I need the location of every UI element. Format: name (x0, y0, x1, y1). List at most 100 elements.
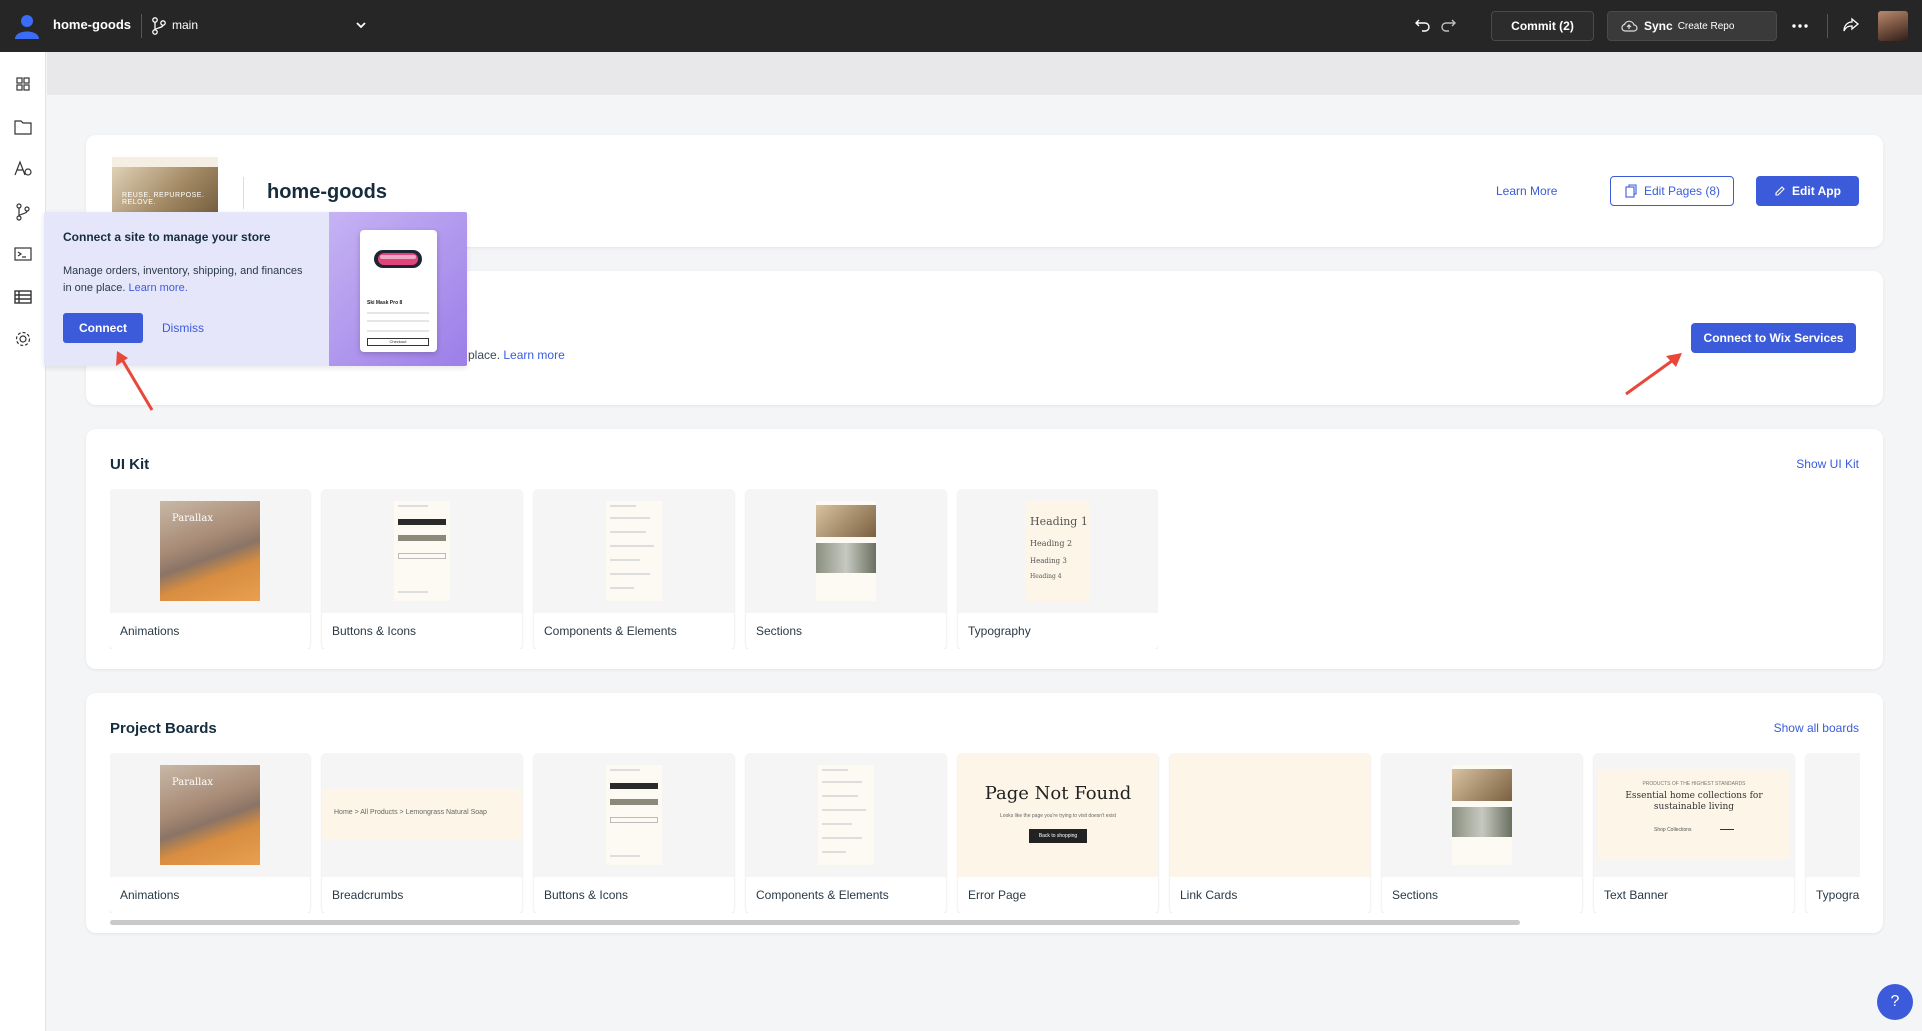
error-subtext: Looks like the page you're trying to vis… (999, 813, 1117, 819)
tile-components-elements[interactable]: Components & Elements (534, 489, 734, 649)
settings-icon[interactable] (13, 329, 33, 349)
section-image (816, 543, 876, 573)
learn-more-link[interactable]: Learn More (1496, 184, 1557, 198)
terminal-icon[interactable] (13, 244, 33, 264)
more-options-icon[interactable] (1789, 16, 1811, 36)
doc-preview (606, 765, 662, 865)
tile-label: Error Page (958, 877, 1158, 913)
connect-button[interactable]: Connect (63, 313, 143, 343)
tile-preview: PRODUCTS OF THE HIGHEST STANDARDS Essent… (1594, 753, 1794, 877)
tile-components-elements[interactable]: Components & Elements (746, 753, 946, 913)
site-name[interactable]: home-goods (53, 17, 131, 32)
typography-icon[interactable] (13, 159, 33, 179)
line (610, 545, 654, 547)
tile-label: Buttons & Icons (322, 613, 522, 649)
wix-logo-icon[interactable] (12, 12, 42, 40)
tile-label: Text Banner (1594, 877, 1794, 913)
heading-sample: Heading 1 (1030, 515, 1088, 528)
popover-title: Connect a site to manage your store (63, 230, 271, 244)
ui-kit-tiles: Parallax Animations Buttons & Icons Comp… (110, 489, 1158, 649)
tile-animations[interactable]: Parallax Animations (110, 753, 310, 913)
branch-selector[interactable]: main (172, 18, 198, 32)
pages-icon[interactable] (13, 117, 33, 137)
top-bar: home-goods main Commit (2) Sync Create R… (0, 0, 1922, 52)
tile-animations[interactable]: Parallax Animations (110, 489, 310, 649)
line (610, 587, 634, 589)
tile-text-banner[interactable]: PRODUCTS OF THE HIGHEST STANDARDS Essent… (1594, 753, 1794, 913)
commit-button[interactable]: Commit (2) (1491, 11, 1594, 41)
edit-app-label: Edit App (1792, 184, 1841, 198)
popover-body: Manage orders, inventory, shipping, and … (63, 263, 303, 297)
dismiss-button[interactable]: Dismiss (162, 321, 204, 335)
line (822, 837, 862, 839)
tile-label: Typography (1806, 877, 1860, 913)
pencil-icon (1775, 186, 1785, 196)
undo-icon[interactable] (1413, 15, 1433, 35)
line (822, 795, 858, 797)
help-button[interactable]: ? (1877, 984, 1913, 1020)
sections-preview (1452, 765, 1512, 865)
doc-preview (818, 765, 874, 865)
services-learn-more-link[interactable]: Learn more (503, 348, 564, 362)
table-icon[interactable] (13, 287, 33, 307)
preview-text: Parallax (172, 777, 213, 788)
tile-breadcrumbs[interactable]: Home > All Products > Lemongrass Natural… (322, 753, 522, 913)
outline-sample (398, 553, 446, 559)
section-image (816, 505, 876, 537)
edit-app-button[interactable]: Edit App (1756, 176, 1859, 206)
sync-button[interactable]: Sync Create Repo (1607, 11, 1777, 41)
tile-buttons-icons[interactable]: Buttons & Icons (534, 753, 734, 913)
tile-label: Breadcrumbs (322, 877, 522, 913)
tile-typography[interactable]: Heading 1 Heading 2 Heading 3 Heading 4 … (958, 489, 1158, 649)
tile-label: Animations (110, 877, 310, 913)
share-icon[interactable] (1841, 15, 1861, 35)
line (822, 851, 846, 853)
doc-preview (606, 501, 662, 601)
show-ui-kit-link[interactable]: Show UI Kit (1796, 457, 1859, 471)
tile-error-page[interactable]: Page Not Found Looks like the page you'r… (958, 753, 1158, 913)
tile-buttons-icons[interactable]: Buttons & Icons (322, 489, 522, 649)
divider (1827, 14, 1828, 38)
avatar[interactable] (1878, 11, 1908, 41)
tile-typography[interactable]: Typography (1806, 753, 1860, 913)
tile-label: Buttons & Icons (534, 877, 734, 913)
connect-to-wix-services-button[interactable]: Connect to Wix Services (1691, 323, 1856, 353)
banner-heading: Essential home collections for sustainab… (1625, 791, 1763, 812)
horizontal-scrollbar[interactable] (110, 920, 1520, 925)
sections-preview (816, 501, 876, 601)
line (367, 330, 429, 332)
show-all-boards-link[interactable]: Show all boards (1774, 721, 1859, 735)
line (822, 781, 862, 783)
connect-site-popover: Connect a site to manage your store Mana… (44, 212, 467, 366)
edit-pages-button[interactable]: Edit Pages (8) (1610, 176, 1734, 206)
tile-preview: Page Not Found Looks like the page you'r… (958, 753, 1158, 877)
git-icon[interactable] (13, 202, 33, 222)
error-heading: Page Not Found (984, 783, 1132, 804)
tile-link-cards[interactable]: Link Cards (1170, 753, 1370, 913)
cloud-upload-icon (1621, 20, 1638, 32)
heading-sample: Heading 3 (1030, 557, 1067, 565)
section-image (1452, 769, 1512, 801)
project-boards-card: Project Boards Show all boards Parallax … (86, 693, 1883, 933)
annotation-arrow-icon (116, 351, 154, 411)
pages-copy-icon (1625, 184, 1637, 198)
tile-label: Components & Elements (746, 877, 946, 913)
chevron-down-icon[interactable] (354, 18, 368, 32)
product-card: Ski Mask Pro 8 Checkout (360, 230, 437, 352)
redo-icon[interactable] (1438, 15, 1458, 35)
dashboard-icon[interactable] (13, 74, 33, 94)
tile-preview (322, 489, 522, 613)
link-cards-preview (1170, 753, 1370, 877)
popover-learn-more-link[interactable]: Learn more. (128, 282, 187, 294)
sidebar (0, 52, 46, 1031)
olive-button-sample (610, 799, 658, 805)
line (610, 573, 650, 575)
tile-label: Animations (110, 613, 310, 649)
sync-label: Sync (1644, 19, 1673, 33)
dark-button-sample (610, 783, 658, 789)
tile-sections[interactable]: Sections (746, 489, 946, 649)
tile-preview: Parallax (110, 753, 310, 877)
line (610, 769, 640, 771)
product-button: Checkout (367, 338, 429, 346)
tile-sections[interactable]: Sections (1382, 753, 1582, 913)
